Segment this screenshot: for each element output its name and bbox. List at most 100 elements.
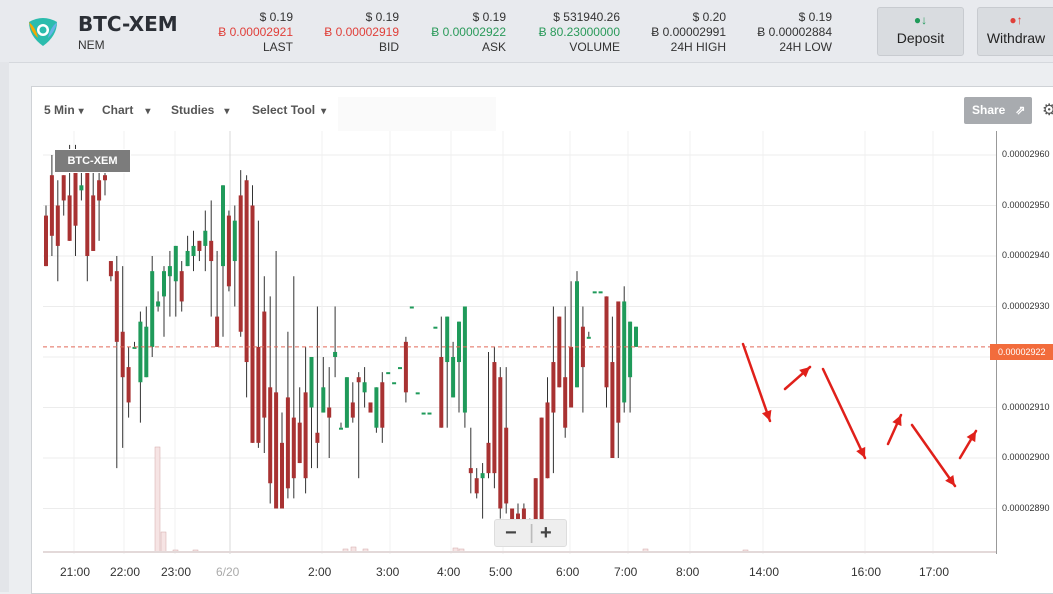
stat-24h-high: $ 0.20 Ƀ 0.00002991 24H HIGH	[606, 10, 726, 55]
candle-body	[350, 402, 355, 418]
zoom-out-button[interactable]: −	[505, 520, 517, 546]
y-tick-label: 0.00002950	[1002, 199, 1050, 210]
select-tool-dropdown[interactable]: Select Tool ▾	[252, 103, 326, 117]
stat-label: ASK	[481, 40, 506, 54]
candle-body	[108, 261, 113, 277]
candle-body	[49, 175, 54, 236]
candle-body	[226, 215, 231, 287]
x-tick-label: 17:00	[919, 565, 950, 579]
candle-body	[280, 442, 284, 509]
candle-body	[291, 417, 296, 479]
symbol-search-area[interactable]	[338, 97, 496, 131]
stat-last: $ 0.19 Ƀ 0.00002921 LAST	[173, 10, 293, 55]
candle-body	[303, 392, 308, 479]
chart-label: Chart	[102, 103, 134, 117]
stat-bid: $ 0.19 Ƀ 0.00002919 BID	[279, 10, 399, 55]
stat-label: VOLUME	[569, 40, 620, 54]
chevron-down-icon: ▾	[321, 106, 327, 117]
candle-body	[457, 321, 461, 363]
stat-volume: $ 531940.26 Ƀ 80.23000000 VOLUME	[500, 10, 620, 55]
x-tick-label: 5:00	[489, 565, 513, 579]
zoom-divider: |	[529, 522, 535, 544]
candle-body	[44, 215, 48, 267]
nem-logo-icon	[29, 18, 57, 46]
candle-body	[91, 195, 96, 251]
candle-body	[392, 382, 397, 385]
stat-usd: $ 0.20	[692, 10, 726, 24]
y-tick-label: 0.00002910	[1002, 401, 1050, 412]
candle-body	[315, 432, 320, 443]
candle-body	[339, 427, 343, 430]
candle-body	[492, 362, 497, 474]
stat-btc: Ƀ 0.00002921	[218, 25, 293, 39]
candle-body	[256, 346, 261, 443]
candle-body	[539, 417, 544, 529]
chart-type-dropdown[interactable]: Chart ▾	[102, 103, 150, 117]
withdraw-button[interactable]: ●↑ Withdraw	[977, 7, 1053, 56]
x-tick-label: 6/20	[216, 565, 240, 579]
candle-body	[85, 165, 90, 256]
chart-symbol-tag: BTC-XEM	[54, 149, 131, 173]
annotation-arrow	[741, 342, 772, 423]
candle-body	[55, 205, 60, 246]
candle-body	[309, 357, 314, 408]
deposit-label: Deposit	[896, 30, 945, 46]
chart-toolbar: 5 Min ▾ Chart ▾ Studies ▾ Select Tool ▾ Shar…	[32, 87, 1053, 131]
studies-dropdown[interactable]: Studies ▾	[171, 103, 229, 117]
candle-body	[209, 240, 214, 262]
stat-usd: $ 531940.26	[553, 10, 620, 24]
stat-usd: $ 0.19	[365, 10, 399, 24]
candle-body	[191, 245, 196, 256]
candle-body	[462, 306, 467, 413]
deposit-button[interactable]: ●↓ Deposit	[877, 7, 964, 56]
candle-body	[439, 357, 444, 428]
candle-body	[285, 397, 290, 489]
price-chart-panel: 5 Min ▾ Chart ▾ Studies ▾ Select Tool ▾ Shar…	[31, 86, 1053, 594]
interval-dropdown[interactable]: 5 Min ▾	[44, 103, 84, 117]
candle-body	[504, 427, 509, 504]
candle-body	[333, 351, 338, 357]
candle-body	[569, 346, 574, 408]
x-tick-label: 3:00	[376, 565, 400, 579]
select-tool-label: Select Tool	[252, 103, 316, 117]
candle-body	[215, 316, 220, 347]
candle-body	[545, 402, 550, 479]
candle-body	[557, 316, 562, 388]
stat-label: BID	[378, 40, 399, 54]
gear-icon[interactable]: ⚙	[1042, 100, 1053, 120]
stat-btc: Ƀ 0.00002922	[431, 25, 506, 39]
candle-body	[386, 372, 391, 375]
share-button[interactable]: Share ⇗	[964, 97, 1032, 124]
candle-body	[474, 478, 479, 494]
candle-body	[604, 296, 609, 388]
candle-body	[480, 473, 485, 479]
stat-btc: Ƀ 0.00002991	[651, 25, 726, 39]
candle-body	[138, 321, 143, 383]
stat-btc: Ƀ 80.23000000	[538, 25, 620, 39]
candle-body	[575, 281, 579, 388]
candlestick-plot[interactable]	[43, 131, 996, 554]
candle-body	[498, 377, 503, 509]
candle-body	[262, 311, 267, 418]
candle-body	[103, 175, 107, 181]
stat-label: LAST	[262, 40, 293, 54]
deposit-icon: ●↓	[913, 13, 928, 27]
stat-label: 24H HIGH	[670, 40, 726, 54]
candle-body	[362, 382, 367, 393]
withdraw-label: Withdraw	[986, 30, 1046, 46]
candle-body	[203, 230, 208, 246]
candle-body	[598, 291, 603, 294]
x-tick-label: 16:00	[851, 565, 882, 579]
stat-btc: Ƀ 0.00002919	[324, 25, 399, 39]
candle-body	[297, 422, 302, 464]
x-tick-label: 2:00	[308, 565, 332, 579]
candle-body	[374, 387, 379, 428]
x-tick-label: 22:00	[110, 565, 141, 579]
zoom-in-button[interactable]: +	[540, 520, 552, 546]
chevron-down-icon: ▾	[145, 106, 151, 117]
zoom-controls: − | +	[494, 519, 567, 547]
stat-usd: $ 0.19	[259, 10, 293, 24]
candle-body	[433, 326, 438, 329]
y-tick-label: 0.00002930	[1002, 300, 1050, 311]
candle-body	[592, 291, 597, 294]
